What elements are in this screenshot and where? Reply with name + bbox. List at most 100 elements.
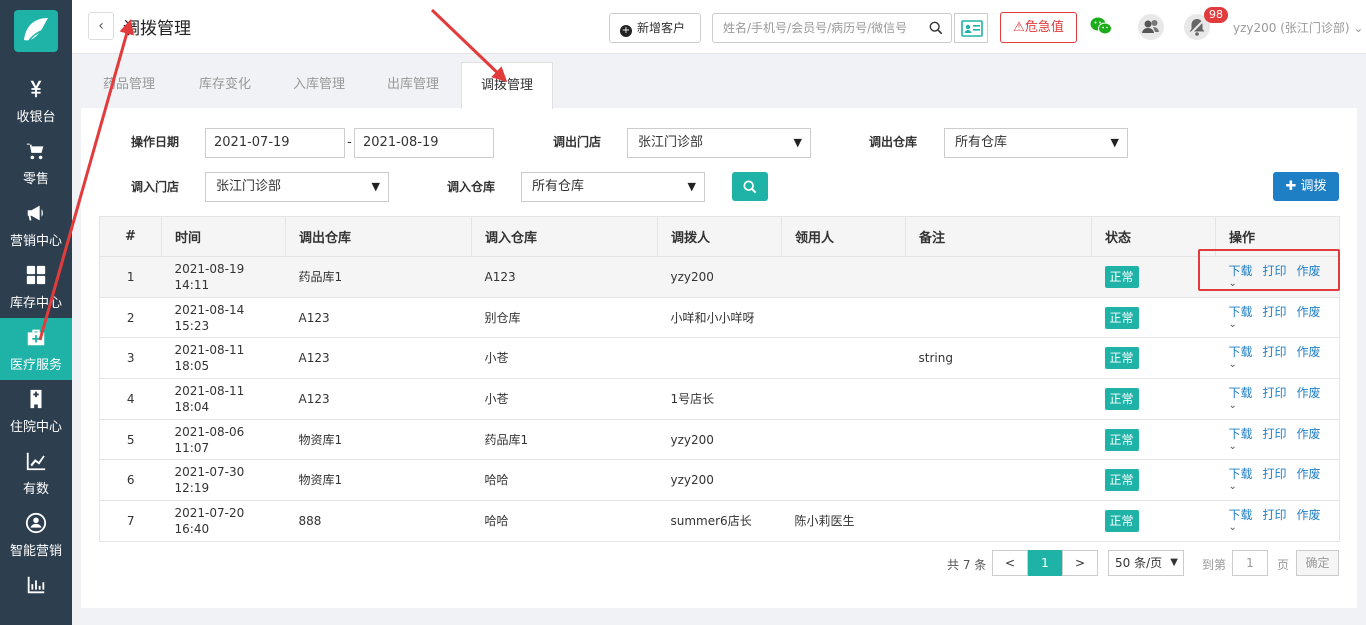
cell-receiver <box>781 256 906 298</box>
cell-in-warehouse: 别仓库 <box>471 297 658 339</box>
group-chat-icon[interactable] <box>1138 14 1164 40</box>
chevron-down-icon[interactable]: ⌄ <box>1229 441 1340 452</box>
smart-marketing-icon <box>25 512 47 534</box>
download-link[interactable]: 下载 <box>1229 386 1253 400</box>
chevron-down-icon: ▼ <box>793 136 802 149</box>
cell-operator <box>657 337 782 380</box>
status-badge: 正常 <box>1104 509 1139 532</box>
print-link[interactable]: 打印 <box>1263 305 1287 319</box>
grid-icon <box>25 264 47 286</box>
goto-page-input[interactable]: 1 <box>1232 550 1268 576</box>
sidebar-item-marketing[interactable]: 营销中心 <box>0 194 72 256</box>
cell-out-warehouse: 药品库1 <box>285 256 472 298</box>
chevron-down-icon[interactable]: ⌄ <box>1229 360 1340 370</box>
cell-out-warehouse: 物资库1 <box>285 459 472 502</box>
add-transfer-button[interactable]: ✚ 调拨 <box>1273 172 1339 201</box>
sidebar-item-label: 零售 <box>22 172 49 187</box>
void-link[interactable]: 作废 <box>1297 427 1321 441</box>
new-customer-button[interactable]: + 新增客户 <box>609 13 701 43</box>
date-to-input[interactable]: 2021-08-19 <box>354 128 494 158</box>
transfer-table: # 时间 调出仓库 调入仓库 调拨人 领用人 备注 状态 操作 1 2021-08… <box>99 216 1340 542</box>
out-warehouse-select[interactable]: 所有仓库 ▼ <box>944 128 1128 158</box>
critical-value-button[interactable]: ⚠危急值 <box>1000 12 1077 43</box>
sidebar-item-retail[interactable]: 零售 <box>0 132 72 194</box>
download-link[interactable]: 下载 <box>1229 467 1253 481</box>
search-icon[interactable] <box>929 21 943 35</box>
cell-time: 2021-08-19 14:11 <box>161 256 286 298</box>
sidebar-item-inventory[interactable]: 库存中心 <box>0 256 72 318</box>
sidebar-item-analytics[interactable]: 有数 <box>0 442 72 504</box>
date-separator: - <box>347 135 352 150</box>
wechat-icon[interactable] <box>1090 16 1112 36</box>
tab-stock-change[interactable]: 库存变化 <box>177 62 273 108</box>
page-unit-label: 页 <box>1277 558 1290 572</box>
cart-icon <box>25 140 47 162</box>
id-card-button[interactable] <box>954 13 988 43</box>
print-link[interactable]: 打印 <box>1263 345 1287 359</box>
print-link[interactable]: 打印 <box>1263 427 1287 441</box>
cell-operator: yzy200 <box>657 419 782 461</box>
table-row: 3 2021-08-11 18:05 A123 小苍 string 正常 下载 打印 作废 ⌄ <box>99 337 1340 380</box>
print-link[interactable]: 打印 <box>1263 386 1287 400</box>
notification-badge: 98 <box>1204 7 1228 23</box>
medical-kit-icon <box>25 326 47 348</box>
column-header: 状态 <box>1091 216 1216 257</box>
cell-note <box>905 297 1092 339</box>
pager-prev-button[interactable]: < <box>992 550 1028 576</box>
chevron-down-icon[interactable]: ⌄ <box>1229 319 1340 330</box>
tab-drug-management[interactable]: 药品管理 <box>81 62 177 108</box>
void-link[interactable]: 作废 <box>1297 386 1321 400</box>
chevron-down-icon[interactable]: ⌄ <box>1229 522 1340 533</box>
download-link[interactable]: 下载 <box>1229 305 1253 319</box>
download-link[interactable]: 下载 <box>1229 345 1253 359</box>
chevron-down-icon[interactable]: ⌄ <box>1229 400 1340 411</box>
top-header: ‹ 调拨管理 +新增客户 ⚠危急值 98 yzy200 (张江门诊部) ⌄ <box>72 0 1366 54</box>
goto-confirm-button[interactable]: 确定 <box>1296 550 1339 576</box>
user-menu[interactable]: yzy200 (张江门诊部) ⌄ <box>1233 19 1363 36</box>
in-warehouse-select[interactable]: 所有仓库 ▼ <box>521 172 705 202</box>
pager-next-button[interactable]: > <box>1062 550 1098 576</box>
cell-index: 3 <box>99 337 162 380</box>
print-link[interactable]: 打印 <box>1263 467 1287 481</box>
void-link[interactable]: 作废 <box>1297 345 1321 359</box>
search-input[interactable] <box>713 14 918 42</box>
cell-in-warehouse: 哈哈 <box>471 500 658 542</box>
tab-stock-in[interactable]: 入库管理 <box>271 62 367 108</box>
in-store-select[interactable]: 张江门诊部 ▼ <box>205 172 389 202</box>
sidebar-item-inpatient[interactable]: 住院中心 <box>0 380 72 442</box>
column-header: 调出仓库 <box>285 216 472 257</box>
sidebar-item-smart-marketing[interactable]: 智能营销 <box>0 504 72 566</box>
sidebar-item-reports[interactable] <box>0 566 72 625</box>
chevron-down-icon: ▼ <box>371 180 380 193</box>
status-badge: 正常 <box>1104 265 1139 288</box>
sidebar-item-label: 库存中心 <box>9 296 62 311</box>
date-from-input[interactable]: 2021-07-19 <box>205 128 345 158</box>
customer-search <box>712 13 952 43</box>
download-link[interactable]: 下载 <box>1229 508 1253 522</box>
back-button[interactable]: ‹ <box>88 12 114 40</box>
print-link[interactable]: 打印 <box>1263 508 1287 522</box>
chevron-down-icon: ▼ <box>687 180 696 193</box>
void-link[interactable]: 作废 <box>1297 508 1321 522</box>
tab-stock-out[interactable]: 出库管理 <box>365 62 461 108</box>
column-header: 调拨人 <box>657 216 782 257</box>
search-icon <box>743 180 757 194</box>
sidebar-item-cashier[interactable]: 收银台 <box>0 70 72 132</box>
chevron-down-icon[interactable]: ⌄ <box>1229 482 1340 492</box>
sidebar-item-label: 住院中心 <box>9 420 62 435</box>
out-store-select[interactable]: 张江门诊部 ▼ <box>627 128 811 158</box>
trend-chart-icon <box>25 450 47 472</box>
sidebar-item-medical[interactable]: 医疗服务 <box>0 318 72 380</box>
pager-page-1[interactable]: 1 <box>1028 550 1062 576</box>
tab-transfer[interactable]: 调拨管理 <box>461 62 553 109</box>
table-row: 2 2021-08-14 15:23 A123 别仓库 小咩和小小咩呀 正常 下载 打印 作废 ⌄ <box>99 297 1340 339</box>
app-logo[interactable] <box>14 10 58 52</box>
cell-status: 正常 <box>1091 459 1216 502</box>
filter-search-button[interactable] <box>732 172 768 201</box>
column-header: 备注 <box>905 216 1092 257</box>
pager-total: 共 7 条 <box>947 558 987 572</box>
download-link[interactable]: 下载 <box>1229 427 1253 441</box>
page-size-select[interactable]: 50 条/页 ▼ <box>1108 550 1184 576</box>
void-link[interactable]: 作废 <box>1297 467 1321 481</box>
void-link[interactable]: 作废 <box>1297 305 1321 319</box>
